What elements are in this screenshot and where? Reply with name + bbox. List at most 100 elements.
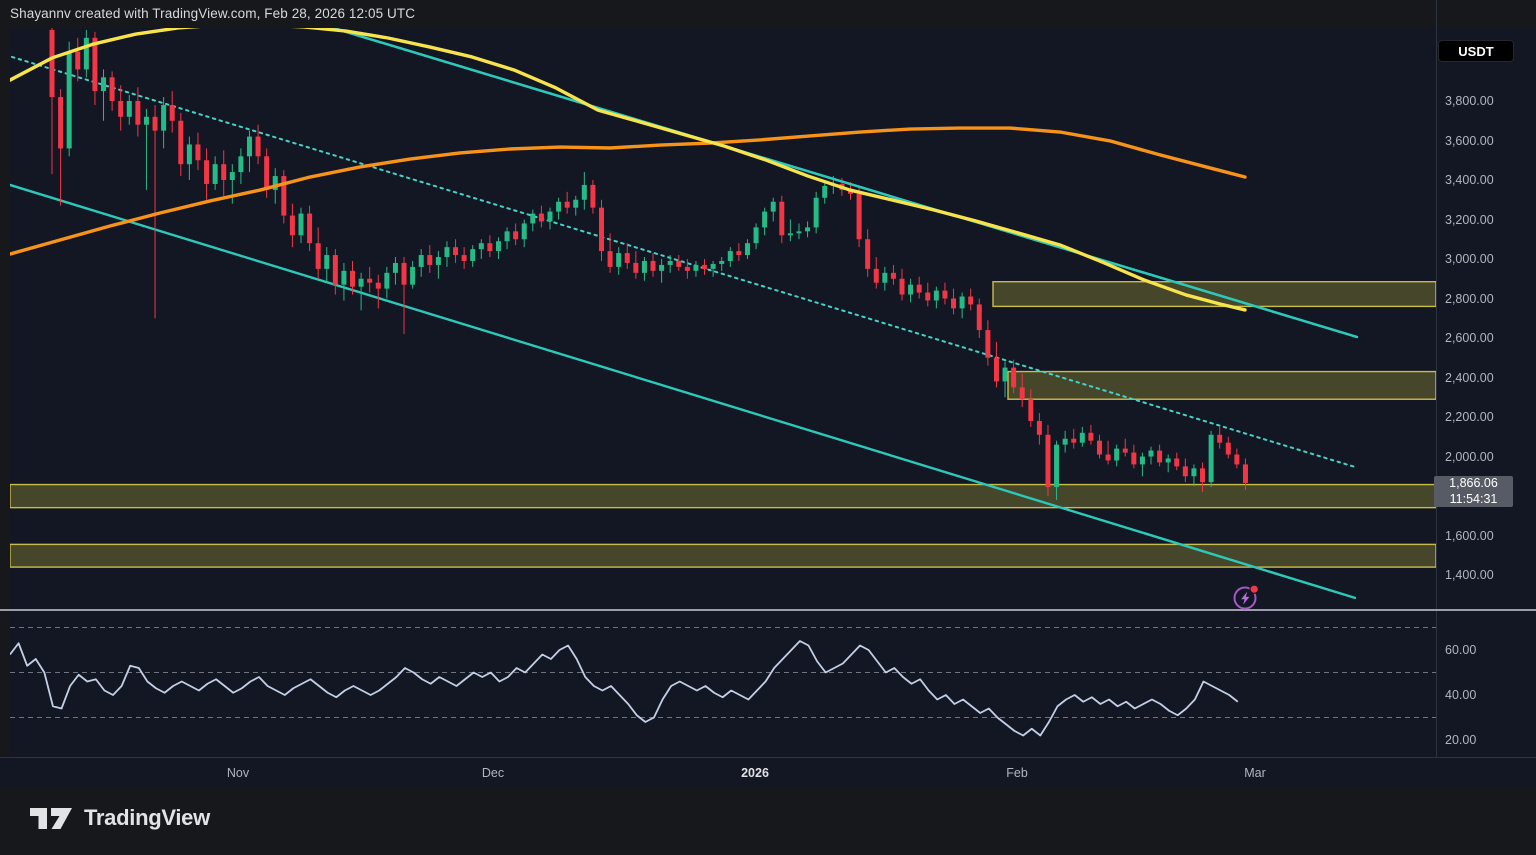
candle-body xyxy=(367,279,372,283)
last-price-badge: 1,866.06 11:54:31 xyxy=(1434,476,1513,507)
price-tick-3200: 3,200.00 xyxy=(1445,213,1494,227)
channel-upper-trendline[interactable] xyxy=(333,28,1357,337)
price-tick-1400: 1,400.00 xyxy=(1445,568,1494,582)
bottom-bar xyxy=(0,787,1536,855)
time-tick-2026: 2026 xyxy=(741,766,769,780)
candle-body xyxy=(556,202,561,212)
rsi-pane[interactable] xyxy=(10,628,1436,736)
candle-body xyxy=(1123,449,1128,453)
price-tick-2800: 2,800.00 xyxy=(1445,292,1494,306)
rsi-tick-20: 20.00 xyxy=(1445,733,1476,747)
candle-body xyxy=(702,265,707,269)
candle-body xyxy=(1028,399,1033,421)
candle-body xyxy=(985,330,990,358)
price-tick-2400: 2,400.00 xyxy=(1445,371,1494,385)
candle-body xyxy=(505,231,510,241)
candle-body xyxy=(101,77,106,91)
candle-body xyxy=(822,186,827,198)
candle-body xyxy=(719,261,724,264)
candle-body xyxy=(582,185,587,200)
candle-body xyxy=(530,214,535,224)
ma-orange-200 xyxy=(10,128,1245,254)
candle-body xyxy=(796,231,801,233)
candle-body xyxy=(994,358,999,382)
candle-body xyxy=(745,243,750,255)
bar-countdown: 11:54:31 xyxy=(1434,492,1513,508)
candle-body xyxy=(161,105,166,131)
candle-body xyxy=(144,117,149,125)
channel-midline-dotted[interactable] xyxy=(12,57,1355,467)
candle-body xyxy=(711,264,716,269)
candle-body xyxy=(75,52,80,70)
price-chart[interactable] xyxy=(0,0,1536,855)
candle-body xyxy=(1191,468,1196,476)
candle-body xyxy=(625,253,630,263)
candle-body xyxy=(376,283,381,289)
footer-brand[interactable]: TradingView xyxy=(28,802,210,834)
price-axis[interactable]: 3,800.003,600.003,400.003,200.003,000.00… xyxy=(1437,0,1536,757)
candle-body xyxy=(659,265,664,271)
candle-body xyxy=(170,105,175,121)
price-pane[interactable] xyxy=(10,28,1436,598)
candle-body xyxy=(908,285,913,295)
candle-body xyxy=(539,214,544,222)
candle-body xyxy=(917,285,922,293)
candle-body xyxy=(341,271,346,285)
time-tick-Nov: Nov xyxy=(227,766,249,780)
quote-currency-button[interactable]: USDT xyxy=(1438,40,1514,62)
candle-body xyxy=(1045,435,1050,487)
candle-body xyxy=(547,212,552,222)
time-axis[interactable]: NovDec2026FebMar xyxy=(0,757,1536,788)
candle-body xyxy=(419,255,424,267)
candle-body xyxy=(127,101,132,117)
candle-body xyxy=(608,251,613,267)
candle-body xyxy=(1054,445,1059,487)
flash-alert-icon[interactable] xyxy=(1231,582,1261,612)
candle-body xyxy=(195,144,200,160)
candle-body xyxy=(230,172,235,180)
candle-body xyxy=(256,137,261,157)
price-tick-2000: 2,000.00 xyxy=(1445,450,1494,464)
candle-body xyxy=(814,198,819,228)
candle-body xyxy=(110,77,115,101)
candle-body xyxy=(633,263,638,273)
candle-body xyxy=(728,251,733,261)
candle-body xyxy=(1140,457,1145,465)
candle-body xyxy=(771,202,776,212)
tradingview-brand: TradingView xyxy=(84,805,210,831)
candle-body xyxy=(247,137,252,157)
candle-body xyxy=(693,265,698,271)
price-tick-3800: 3,800.00 xyxy=(1445,94,1494,108)
candle-body xyxy=(453,247,458,255)
price-tick-3000: 3,000.00 xyxy=(1445,252,1494,266)
candle-body xyxy=(865,239,870,269)
candle-body xyxy=(754,227,759,243)
candle-body xyxy=(573,200,578,208)
candle-body xyxy=(685,267,690,271)
candle-body xyxy=(882,273,887,283)
candle-body xyxy=(324,255,329,269)
candle-body xyxy=(393,263,398,273)
candle-body xyxy=(788,233,793,235)
resistance-zone-2350 xyxy=(1008,372,1436,400)
price-tick-1600: 1,600.00 xyxy=(1445,529,1494,543)
candle-body xyxy=(1131,453,1136,465)
candle-body xyxy=(58,97,63,148)
candle-body xyxy=(565,202,570,208)
candle-body xyxy=(307,214,312,244)
candle-body xyxy=(1020,387,1025,399)
pane-separator[interactable] xyxy=(0,609,1536,611)
candle-body xyxy=(333,255,338,285)
candle-body xyxy=(1071,439,1076,443)
candle-body xyxy=(427,255,432,265)
candle-body xyxy=(668,261,673,265)
candle-body xyxy=(590,185,595,208)
candle-body xyxy=(968,297,973,305)
time-tick-Mar: Mar xyxy=(1244,766,1266,780)
last-price-value: 1,866.06 xyxy=(1434,476,1513,492)
candle-body xyxy=(238,156,243,172)
candle-body xyxy=(316,243,321,269)
candle-body xyxy=(1106,455,1111,461)
candle-body xyxy=(462,255,467,261)
lightning-bolt-icon xyxy=(1241,592,1249,605)
